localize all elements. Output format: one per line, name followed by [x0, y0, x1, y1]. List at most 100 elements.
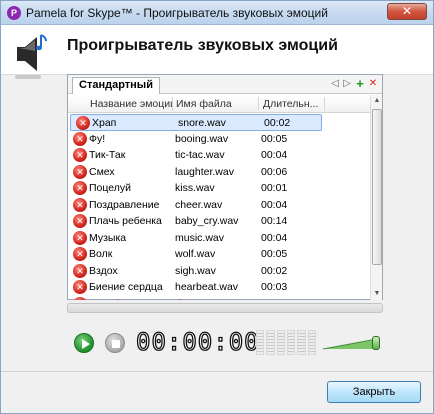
time-display: 00:00:00 — [135, 327, 260, 356]
emotion-name: Биение сердца — [89, 281, 163, 293]
file-name: cheer.wav — [175, 198, 223, 211]
emotion-name: Музыка — [89, 231, 127, 244]
tab-standard[interactable]: Стандартный — [72, 77, 160, 94]
list-item[interactable]: ✕ Поздравление cheer.wav 00:04 — [68, 197, 370, 214]
column-divider[interactable] — [258, 97, 259, 111]
column-divider[interactable] — [324, 97, 325, 111]
file-name: booing.wav — [175, 132, 229, 145]
emotion-name: Поцелуй — [89, 182, 132, 194]
delete-icon[interactable]: ✕ — [73, 197, 87, 212]
scroll-down-icon[interactable]: ▼ — [373, 290, 381, 298]
delete-icon[interactable]: ✕ — [73, 263, 87, 278]
emotion-name: Волк — [89, 248, 113, 260]
duration: 00:05 — [261, 248, 288, 260]
column-header-name[interactable]: Название эмоции — [90, 98, 172, 110]
column-header-file[interactable]: Имя файла — [176, 98, 258, 110]
duration: 00:02 — [264, 117, 291, 129]
emotion-name: Плачь ребенка — [89, 215, 162, 227]
emotion-name: Поздравление — [89, 198, 160, 211]
list-item[interactable]: ✕ Тик-Так tic-tac.wav 00:04 — [68, 147, 370, 164]
list-item[interactable]: ✕ Музыка music.wav 00:04 — [68, 230, 370, 247]
delete-icon[interactable]: ✕ — [73, 230, 87, 245]
list-header: Название эмоции Имя файла Длительн... — [68, 95, 370, 113]
list-item[interactable]: ✕ Плачь ребенка baby_cry.wav 00:14 — [68, 213, 370, 230]
duration: 00:14 — [261, 215, 288, 227]
file-name: hearbeat.wav — [175, 281, 239, 293]
stop-button[interactable] — [105, 333, 125, 353]
window-close-button[interactable]: ✕ — [387, 3, 427, 20]
delete-icon[interactable]: ✕ — [73, 296, 87, 300]
file-name: tic-tac.wav — [175, 149, 225, 161]
file-name: wolf.wav — [175, 248, 216, 260]
duration: 00:04 — [261, 149, 288, 161]
emotions-list: ✕ Храп snore.wav 00:02 ✕ Фу! booing.wav 00:05 ✕ Т… — [68, 114, 370, 300]
emotion-name: Смех — [89, 165, 115, 178]
prev-tab-icon[interactable]: ◁ — [330, 78, 340, 90]
volume-slider[interactable] — [323, 335, 383, 353]
emotions-panel: Стандартный ◁ ▷ + ✕ Название эмоции Имя … — [67, 74, 383, 300]
duration: 00:02 — [261, 297, 287, 301]
list-item[interactable]: ✕ Поцелуй kiss.wav 00:01 — [68, 180, 370, 197]
list-item[interactable]: ✕ Смех laughter.wav 00:06 — [68, 164, 370, 181]
duration: 00:04 — [261, 198, 288, 211]
delete-icon[interactable]: ✕ — [73, 214, 87, 228]
emotion-name: Тик-Так — [89, 149, 126, 161]
list-item[interactable]: ✕ Вздох sigh.wav 00:02 — [68, 263, 370, 280]
file-name: laughter.wav — [175, 165, 234, 178]
list-item[interactable]: ✕ Фу! booing.wav 00:05 — [68, 131, 370, 148]
file-name: baby_cry.wav — [175, 215, 239, 227]
equalizer-bar — [256, 330, 265, 355]
column-divider[interactable] — [172, 97, 173, 111]
play-button[interactable] — [74, 333, 94, 353]
add-tab-icon[interactable]: + — [355, 77, 365, 90]
emotion-name: Вздох — [89, 264, 118, 277]
speaker-music-icon — [15, 34, 47, 79]
duration: 00:01 — [261, 182, 288, 194]
delete-icon[interactable]: ✕ — [73, 247, 87, 261]
emotion-name: Барабан — [89, 297, 131, 301]
delete-icon[interactable]: ✕ — [73, 164, 87, 179]
equalizer-bar — [307, 330, 316, 355]
delete-icon[interactable]: ✕ — [76, 116, 90, 130]
duration: 00:04 — [261, 231, 288, 244]
delete-icon[interactable]: ✕ — [73, 280, 87, 294]
delete-icon[interactable]: ✕ — [73, 181, 87, 195]
column-header-duration[interactable]: Длительн... — [263, 98, 323, 110]
equalizer-bar — [286, 330, 296, 355]
duration: 00:02 — [261, 264, 288, 277]
file-name: kiss.wav — [175, 182, 215, 194]
equalizer-bar — [297, 330, 306, 355]
pamela-app-icon: P — [7, 6, 21, 20]
emotion-name: Фу! — [89, 132, 106, 145]
scroll-up-icon[interactable]: ▲ — [373, 97, 381, 105]
vertical-scrollbar[interactable]: ▲ ▼ — [370, 95, 382, 300]
close-button[interactable]: Закрыть — [327, 381, 421, 403]
next-tab-icon[interactable]: ▷ — [342, 78, 352, 90]
equalizer-bar — [266, 330, 275, 355]
file-name: music.wav — [175, 231, 225, 244]
remove-tab-icon[interactable]: ✕ — [368, 78, 378, 90]
list-item[interactable]: ✕ Храп snore.wav 00:02 — [70, 114, 322, 131]
scroll-thumb[interactable] — [372, 109, 382, 265]
window-title: Pamela for Skype™ - Проигрыватель звуков… — [26, 6, 328, 20]
delete-icon[interactable]: ✕ — [73, 131, 87, 146]
duration: 00:06 — [261, 165, 288, 178]
list-item[interactable]: ✕Барабан drum.wav 00:02 — [68, 296, 370, 301]
equalizer-display — [256, 330, 316, 355]
window: P Pamela for Skype™ - Проигрыватель звук… — [0, 0, 434, 414]
duration: 00:05 — [261, 132, 288, 145]
page-title: Проигрыватель звуковых эмоций — [67, 37, 338, 54]
file-name: sigh.wav — [175, 264, 216, 277]
footer-divider — [1, 371, 433, 372]
title-bar[interactable]: P Pamela for Skype™ - Проигрыватель звук… — [1, 1, 433, 25]
list-item[interactable]: ✕ Биение сердца hearbeat.wav 00:03 — [68, 279, 370, 296]
list-item[interactable]: ✕ Волк wolf.wav 00:05 — [68, 246, 370, 263]
file-name: snore.wav — [178, 117, 226, 129]
volume-ramp — [323, 338, 377, 350]
emotion-name: Храп — [92, 117, 117, 129]
duration: 00:03 — [261, 281, 288, 293]
progress-track[interactable] — [67, 303, 383, 313]
delete-icon[interactable]: ✕ — [73, 148, 87, 162]
file-name: drum.wav — [175, 297, 221, 301]
volume-knob[interactable] — [372, 336, 380, 350]
